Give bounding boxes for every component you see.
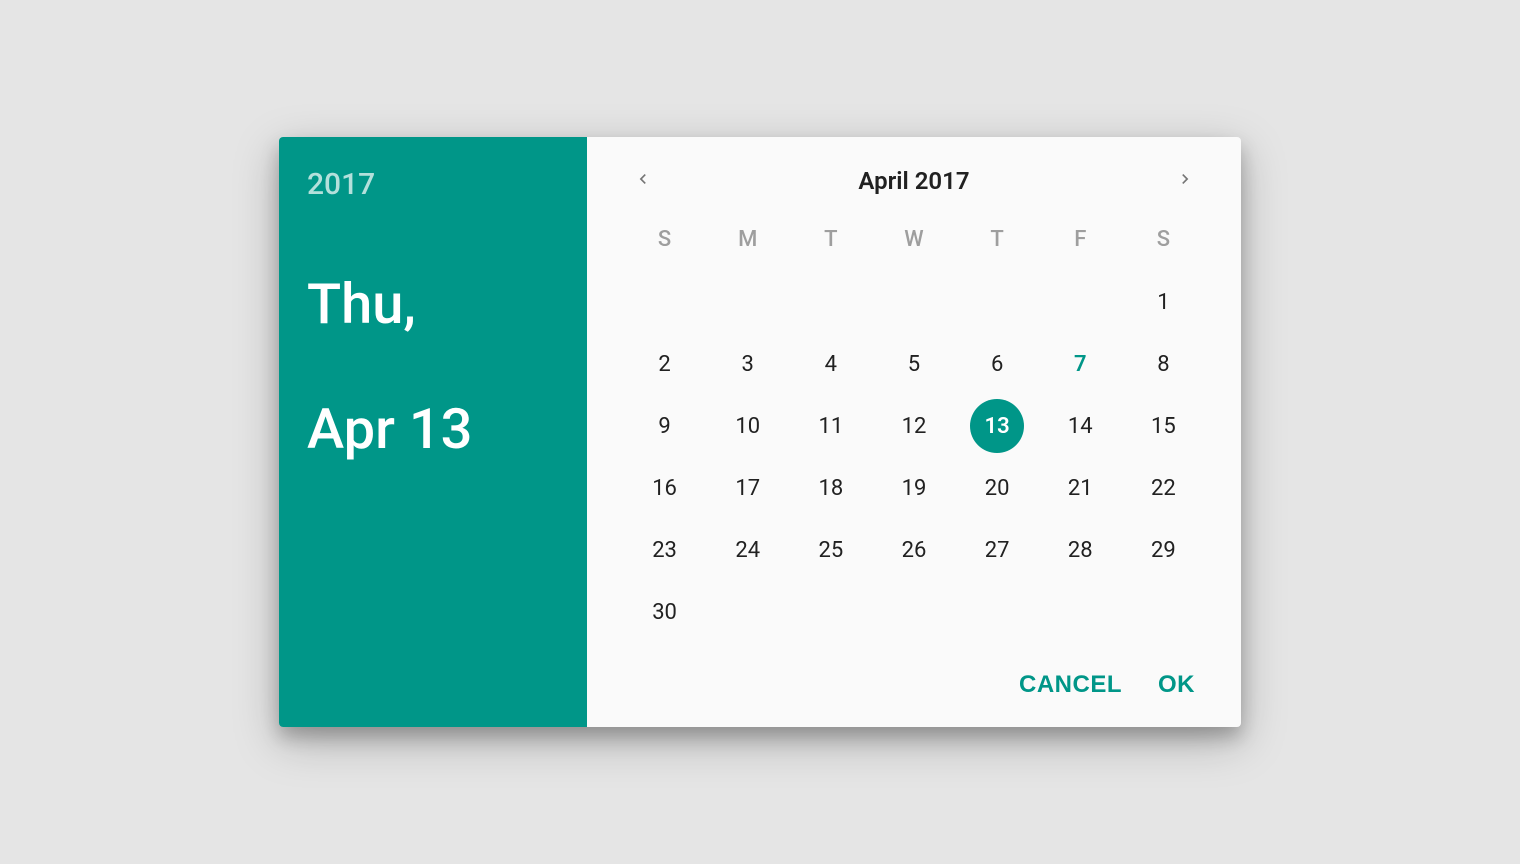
empty-cell: [956, 271, 1039, 333]
ok-button[interactable]: OK: [1158, 671, 1195, 699]
day-cell: 4: [789, 333, 872, 395]
day-of-week-label: T: [789, 217, 872, 261]
day-4[interactable]: 4: [804, 337, 858, 391]
day-cell: 10: [706, 395, 789, 457]
panel-date-line1: Thu,: [307, 271, 416, 337]
day-cell: 8: [1122, 333, 1205, 395]
day-5[interactable]: 5: [887, 337, 941, 391]
days-grid: 1234567891011121314151617181920212223242…: [623, 271, 1205, 643]
day-28[interactable]: 28: [1053, 523, 1107, 577]
day-20[interactable]: 20: [970, 461, 1024, 515]
chevron-right-icon: [1175, 169, 1195, 193]
day-of-week-label: F: [1039, 217, 1122, 261]
day-26[interactable]: 26: [887, 523, 941, 577]
day-14[interactable]: 14: [1053, 399, 1107, 453]
day-of-week-label: W: [872, 217, 955, 261]
day-22[interactable]: 22: [1136, 461, 1190, 515]
dialog-actions: CANCEL OK: [623, 671, 1205, 705]
day-cell: 18: [789, 457, 872, 519]
day-cell: 3: [706, 333, 789, 395]
day-6[interactable]: 6: [970, 337, 1024, 391]
day-12[interactable]: 12: [887, 399, 941, 453]
day-13[interactable]: 13: [970, 399, 1024, 453]
day-30[interactable]: 30: [638, 585, 692, 639]
day-cell: 23: [623, 519, 706, 581]
month-year-title: April 2017: [858, 167, 969, 195]
day-16[interactable]: 16: [638, 461, 692, 515]
day-18[interactable]: 18: [804, 461, 858, 515]
day-cell: 25: [789, 519, 872, 581]
day-17[interactable]: 17: [721, 461, 775, 515]
day-24[interactable]: 24: [721, 523, 775, 577]
day-27[interactable]: 27: [970, 523, 1024, 577]
date-selector[interactable]: Thu, Apr 13: [307, 210, 559, 461]
day-cell: 22: [1122, 457, 1205, 519]
day-cell: 7: [1039, 333, 1122, 395]
day-cell: 27: [956, 519, 1039, 581]
day-of-week-label: T: [956, 217, 1039, 261]
day-19[interactable]: 19: [887, 461, 941, 515]
selected-date-panel: 2017 Thu, Apr 13: [279, 137, 587, 727]
day-1[interactable]: 1: [1136, 275, 1190, 329]
day-cell: 24: [706, 519, 789, 581]
year-selector[interactable]: 2017: [307, 167, 559, 202]
day-cell: 17: [706, 457, 789, 519]
day-of-week-label: S: [1122, 217, 1205, 261]
day-cell: 9: [623, 395, 706, 457]
day-23[interactable]: 23: [638, 523, 692, 577]
panel-date-line2: Apr 13: [307, 396, 473, 462]
day-of-week-row: SMTWTFS: [623, 217, 1205, 261]
day-11[interactable]: 11: [804, 399, 858, 453]
day-cell: 2: [623, 333, 706, 395]
day-of-week-label: M: [706, 217, 789, 261]
day-10[interactable]: 10: [721, 399, 775, 453]
empty-cell: [706, 271, 789, 333]
day-cell: 14: [1039, 395, 1122, 457]
day-cell: 5: [872, 333, 955, 395]
empty-cell: [1039, 271, 1122, 333]
day-cell: 12: [872, 395, 955, 457]
cancel-button[interactable]: CANCEL: [1019, 671, 1122, 699]
calendar-content: April 2017 SMTWTFS 123456789101112131415…: [587, 137, 1241, 727]
prev-month-button[interactable]: [623, 161, 663, 201]
day-cell: 13: [956, 395, 1039, 457]
day-9[interactable]: 9: [638, 399, 692, 453]
day-29[interactable]: 29: [1136, 523, 1190, 577]
day-cell: 21: [1039, 457, 1122, 519]
day-21[interactable]: 21: [1053, 461, 1107, 515]
day-25[interactable]: 25: [804, 523, 858, 577]
date-picker-dialog: 2017 Thu, Apr 13 April 2017 SMTWTFS 1234…: [279, 137, 1241, 727]
day-cell: 6: [956, 333, 1039, 395]
month-navigation: April 2017: [623, 155, 1205, 207]
day-cell: 15: [1122, 395, 1205, 457]
day-of-week-label: S: [623, 217, 706, 261]
empty-cell: [623, 271, 706, 333]
day-cell: 1: [1122, 271, 1205, 333]
day-cell: 20: [956, 457, 1039, 519]
day-cell: 29: [1122, 519, 1205, 581]
day-cell: 11: [789, 395, 872, 457]
day-cell: 19: [872, 457, 955, 519]
empty-cell: [789, 271, 872, 333]
day-cell: 28: [1039, 519, 1122, 581]
day-7[interactable]: 7: [1053, 337, 1107, 391]
next-month-button[interactable]: [1165, 161, 1205, 201]
day-cell: 30: [623, 581, 706, 643]
day-cell: 16: [623, 457, 706, 519]
empty-cell: [872, 271, 955, 333]
day-15[interactable]: 15: [1136, 399, 1190, 453]
day-2[interactable]: 2: [638, 337, 692, 391]
chevron-left-icon: [633, 169, 653, 193]
day-8[interactable]: 8: [1136, 337, 1190, 391]
day-cell: 26: [872, 519, 955, 581]
day-3[interactable]: 3: [721, 337, 775, 391]
